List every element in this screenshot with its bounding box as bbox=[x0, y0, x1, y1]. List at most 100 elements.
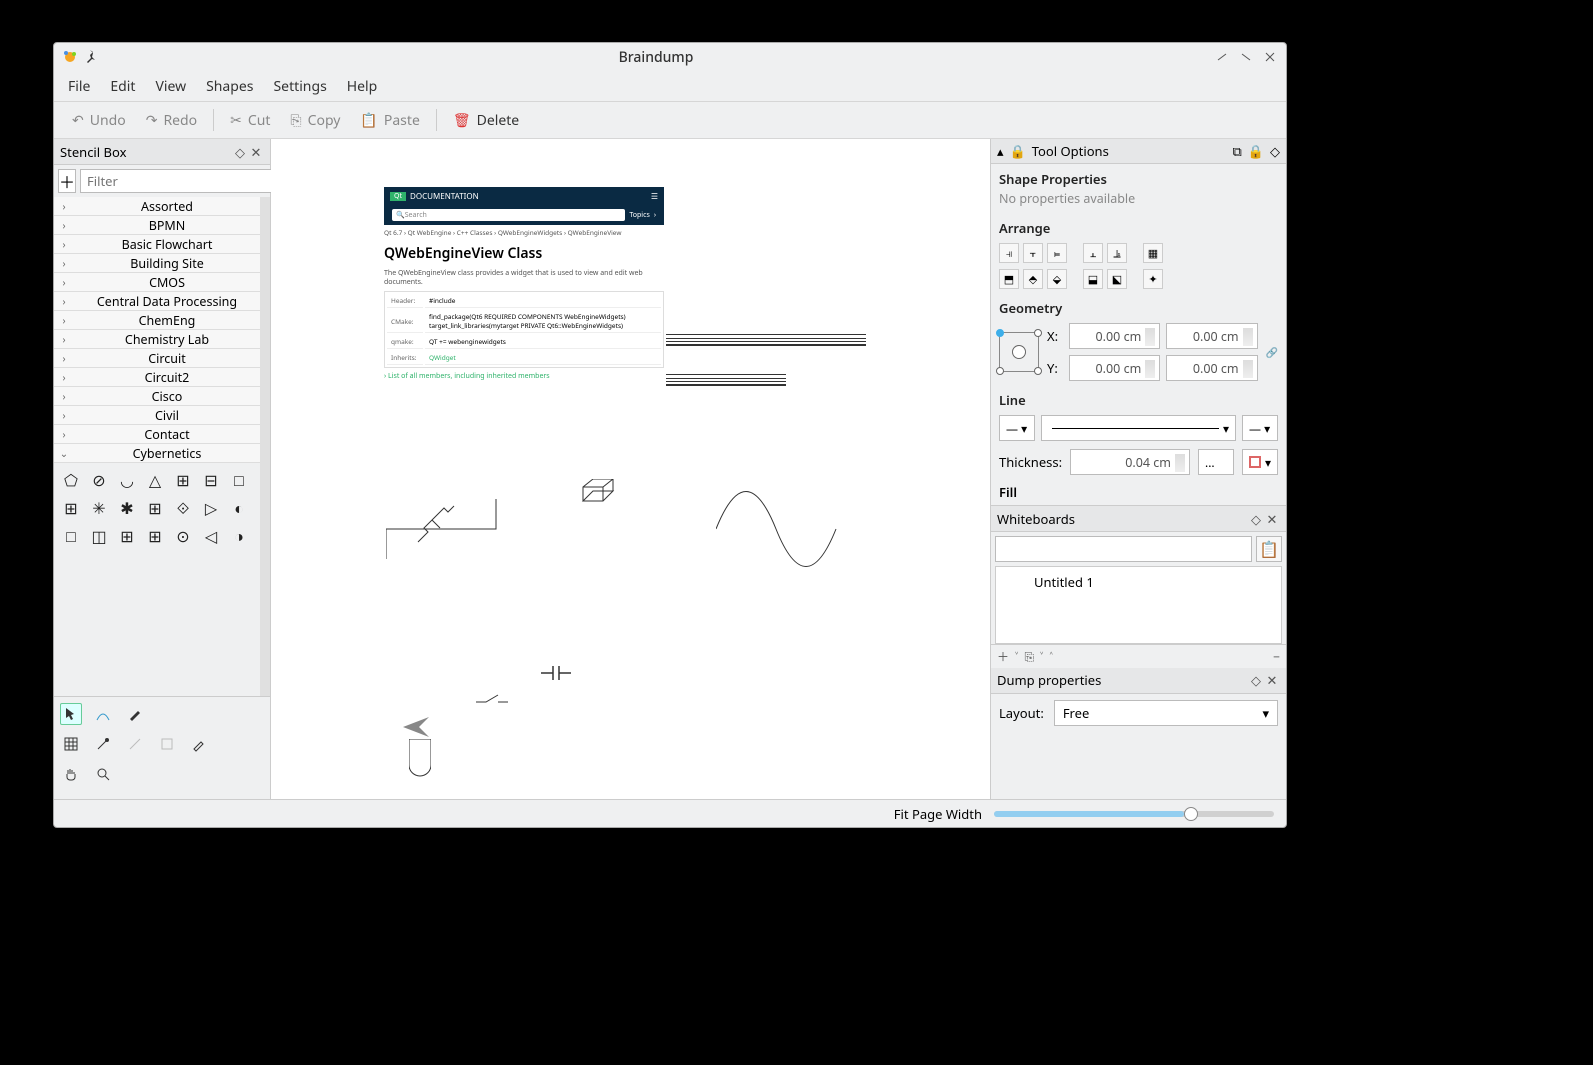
stencil-shape[interactable]: ⊞ bbox=[114, 523, 140, 549]
stencil-category[interactable]: ›Circuit bbox=[54, 349, 260, 368]
s-curve-shape[interactable] bbox=[716, 474, 841, 584]
line-color-combo[interactable]: ▾ bbox=[1242, 449, 1278, 475]
menu-view[interactable]: View bbox=[155, 77, 186, 96]
stencil-category[interactable]: ›Basic Flowchart bbox=[54, 235, 260, 254]
arrowhead-shape[interactable] bbox=[399, 717, 431, 737]
height-spinbox[interactable]: 0.00 cm bbox=[1166, 355, 1257, 381]
lock-aspect-icon[interactable]: 🔗 bbox=[1266, 345, 1278, 359]
stencil-shape[interactable]: ◐ bbox=[226, 495, 252, 521]
stencil-shape[interactable]: ✳ bbox=[86, 495, 112, 521]
stencil-category[interactable]: ›Civil bbox=[54, 406, 260, 425]
stencil-category[interactable]: ›Chemistry Lab bbox=[54, 330, 260, 349]
raise-button[interactable]: ⬘ bbox=[1023, 269, 1043, 289]
align-right-button[interactable]: ⫢ bbox=[1047, 243, 1067, 263]
stencil-shape[interactable]: ⬠ bbox=[58, 467, 84, 493]
stencil-shape[interactable]: ⊞ bbox=[142, 495, 168, 521]
add-stencil-button[interactable]: ＋ bbox=[58, 169, 76, 193]
send-backward-button[interactable]: ⬕ bbox=[1107, 269, 1127, 289]
stencil-category[interactable]: ›Cisco bbox=[54, 387, 260, 406]
stencil-shape[interactable]: ⊞ bbox=[142, 523, 168, 549]
thickness-more-combo[interactable]: ... bbox=[1198, 449, 1234, 475]
stencil-shape[interactable]: ⊘ bbox=[86, 467, 112, 493]
polyline-shape[interactable] bbox=[386, 499, 566, 559]
y-spinbox[interactable]: 0.00 cm bbox=[1069, 355, 1160, 381]
line-style-combo[interactable]: ▾ bbox=[1041, 415, 1236, 441]
align-left-button[interactable]: ⫣ bbox=[999, 243, 1019, 263]
stencil-shape[interactable]: ⊟ bbox=[198, 467, 224, 493]
float-icon[interactable]: ◇ bbox=[1248, 511, 1264, 527]
menu-settings[interactable]: Settings bbox=[274, 77, 327, 96]
pin-icon[interactable] bbox=[82, 49, 98, 65]
bring-front-button[interactable]: ⬒ bbox=[999, 269, 1019, 289]
copy-button[interactable]: ⎘ Copy bbox=[282, 107, 348, 134]
float-icon[interactable]: ◇ bbox=[1248, 672, 1264, 688]
stencil-category[interactable]: ›BPMN bbox=[54, 216, 260, 235]
float-icon[interactable]: ◇ bbox=[1270, 142, 1280, 160]
stencil-category[interactable]: ›ChemEng bbox=[54, 311, 260, 330]
distribute-button[interactable]: ▦ bbox=[1143, 243, 1163, 263]
stencil-shape[interactable]: ◑ bbox=[226, 523, 252, 549]
scrollbar[interactable] bbox=[260, 197, 270, 696]
stencil-shape[interactable]: ◫ bbox=[86, 523, 112, 549]
stencil-shape[interactable]: ✱ bbox=[114, 495, 140, 521]
stencil-category[interactable]: ›Circuit2 bbox=[54, 368, 260, 387]
close-icon[interactable]: ✕ bbox=[1264, 672, 1280, 688]
minimize-button[interactable] bbox=[1214, 49, 1230, 65]
align-bottom-button[interactable]: ⫡ bbox=[1107, 243, 1127, 263]
stencil-shape[interactable]: △ bbox=[142, 467, 168, 493]
lock-icon[interactable]: 🔒 bbox=[1248, 142, 1264, 160]
send-back-button[interactable]: ⬓ bbox=[1083, 269, 1103, 289]
detach-icon[interactable]: ⧉ bbox=[1233, 142, 1242, 160]
maximize-button[interactable] bbox=[1238, 49, 1254, 65]
width-spinbox[interactable]: 0.00 cm bbox=[1166, 323, 1257, 349]
align-center-h-button[interactable]: ⫟ bbox=[1023, 243, 1043, 263]
paste-button[interactable]: 📋 Paste bbox=[352, 107, 427, 134]
lock-icon[interactable]: 🔒 bbox=[1010, 142, 1026, 160]
copy-whiteboard-button[interactable]: ⎘ bbox=[1024, 648, 1034, 665]
stencil-category[interactable]: ›Building Site bbox=[54, 254, 260, 273]
stencil-shape[interactable]: ⊙ bbox=[170, 523, 196, 549]
gradient-tool[interactable] bbox=[124, 733, 146, 755]
align-top-button[interactable]: ⫠ bbox=[1083, 243, 1103, 263]
redo-button[interactable]: ↷ Redo bbox=[138, 107, 205, 134]
remove-whiteboard-button[interactable]: − bbox=[1273, 648, 1280, 665]
close-button[interactable] bbox=[1262, 49, 1278, 65]
music-staff-shape[interactable] bbox=[666, 334, 866, 346]
menu-file[interactable]: File bbox=[68, 77, 90, 96]
pattern-tool[interactable] bbox=[156, 733, 178, 755]
line-start-combo[interactable]: — ▾ bbox=[999, 415, 1035, 441]
undo-button[interactable]: ↶ Undo bbox=[64, 107, 134, 134]
stencil-shape[interactable]: ▷ bbox=[198, 495, 224, 521]
menu-edit[interactable]: Edit bbox=[110, 77, 135, 96]
resistor-shape[interactable] bbox=[416, 504, 456, 544]
zoom-slider[interactable] bbox=[994, 811, 1274, 817]
freehand-tool[interactable] bbox=[92, 733, 114, 755]
pan-tool[interactable] bbox=[60, 763, 82, 785]
whiteboard-name-input[interactable] bbox=[995, 536, 1252, 562]
stencil-shape[interactable]: ◁ bbox=[198, 523, 224, 549]
x-spinbox[interactable]: 0.00 cm bbox=[1069, 323, 1160, 349]
stencil-category[interactable]: ›Assorted bbox=[54, 197, 260, 216]
stencil-shape[interactable]: ⊞ bbox=[58, 495, 84, 521]
zoom-tool[interactable] bbox=[92, 763, 114, 785]
eyedropper-tool[interactable] bbox=[188, 733, 210, 755]
chevron-down-icon[interactable]: ˅ bbox=[1015, 648, 1018, 665]
music-staff-shape[interactable] bbox=[666, 374, 786, 386]
select-tool[interactable] bbox=[60, 703, 82, 725]
grid-tool[interactable] bbox=[60, 733, 82, 755]
list-item[interactable]: Untitled 1 bbox=[1000, 571, 1277, 593]
close-icon[interactable]: ✕ bbox=[1264, 511, 1280, 527]
switch-shape[interactable] bbox=[476, 692, 508, 704]
stencil-category[interactable]: ⌄Cybernetics bbox=[54, 444, 260, 463]
cut-button[interactable]: ✂ Cut bbox=[222, 107, 278, 134]
stencil-shape[interactable]: ◡ bbox=[114, 467, 140, 493]
cube-shape[interactable] bbox=[571, 479, 616, 507]
canvas[interactable]: Qt DOCUMENTATION ☰ 🔍 Search Topics › Qt … bbox=[271, 139, 990, 799]
delete-button[interactable]: 🗑 Delete bbox=[445, 107, 527, 134]
chevron-down-icon[interactable]: ˅ bbox=[1040, 648, 1043, 665]
thickness-spinbox[interactable]: 0.04 cm bbox=[1070, 449, 1190, 475]
path-tool[interactable] bbox=[92, 703, 114, 725]
menu-help[interactable]: Help bbox=[347, 77, 378, 96]
float-icon[interactable]: ◇ bbox=[232, 144, 248, 160]
stencil-category[interactable]: ›CMOS bbox=[54, 273, 260, 292]
